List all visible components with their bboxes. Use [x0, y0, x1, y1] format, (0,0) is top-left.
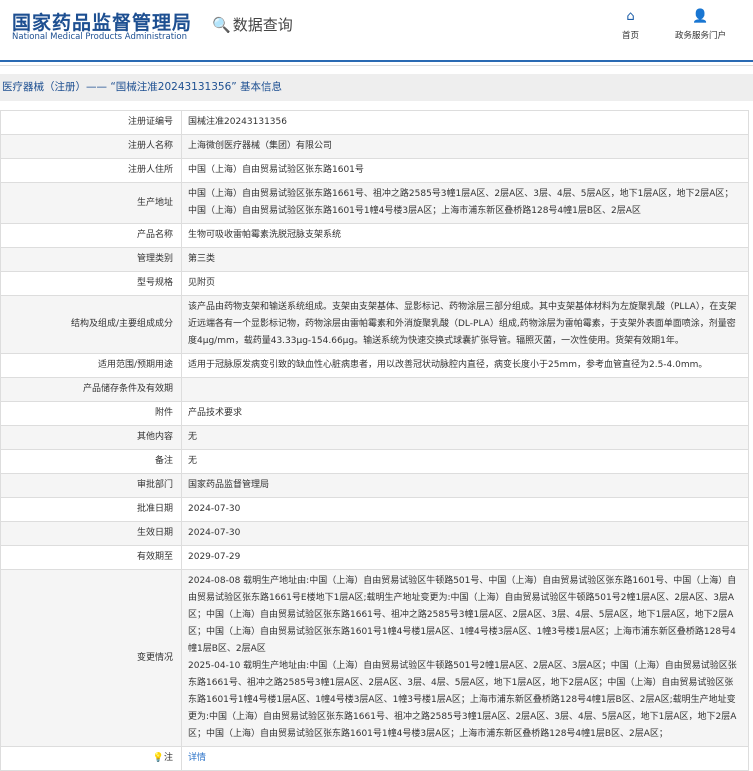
row-value: 上海微创医疗器械（集团）有限公司: [181, 134, 749, 159]
table-row: 有效期至 2029-07-29: [0, 545, 749, 570]
table-row: 注册人名称 上海微创医疗器械（集团）有限公司: [0, 134, 749, 159]
row-value: 国械注准20243131356: [181, 110, 749, 135]
row-value: 国家药品监督管理局: [181, 473, 749, 498]
row-value: 适用于冠脉原发病变引致的缺血性心脏病患者，用以改善冠状动脉腔内直径，病变长度小于…: [181, 353, 749, 378]
table-row: 变更情况 2024-08-08 载明生产地址由:中国（上海）自由贸易试验区牛顿路5…: [0, 569, 749, 747]
table-row: 产品储存条件及有效期: [0, 377, 749, 402]
row-value: 无: [181, 425, 749, 450]
logo-subtitle: National Medical Products Administration: [12, 32, 187, 42]
row-label: 生产地址: [0, 182, 182, 224]
row-value: 2024-08-08 载明生产地址由:中国（上海）自由贸易试验区牛顿路501号、…: [181, 569, 749, 747]
row-label: 产品储存条件及有效期: [0, 377, 182, 402]
table-row: 💡注 详情: [0, 746, 749, 771]
row-label: 变更情况: [0, 569, 182, 747]
row-value: 2024-07-30: [181, 497, 749, 522]
table-row: 生效日期 2024-07-30: [0, 521, 749, 546]
logo-title[interactable]: 国家药品监督管理局: [12, 8, 192, 35]
row-label: 注册证编号: [0, 110, 182, 135]
change-entry: 2025-04-10 载明生产地址由:中国（上海）自由贸易试验区牛顿路501号2…: [188, 661, 737, 739]
table-row: 其他内容无: [0, 425, 749, 450]
row-value: 生物可吸收雷帕霉素洗脱冠脉支架系统: [181, 223, 749, 248]
table-row: 适用范围/预期用途 适用于冠脉原发病变引致的缺血性心脏病患者，用以改善冠状动脉腔内…: [0, 353, 749, 378]
divider: [0, 62, 753, 66]
table-row: 产品名称 生物可吸收雷帕霉素洗脱冠脉支架系统: [0, 223, 749, 248]
breadcrumb: 医疗器械（注册）—— “国械注准20243131356” 基本信息: [0, 74, 753, 101]
row-label: 适用范围/预期用途: [0, 353, 182, 378]
row-label: 结构及组成/主要组成成分: [0, 295, 182, 354]
table-row: 生产地址 中国（上海）自由贸易试验区张东路1661号、祖冲之路2585号3幢1层A…: [0, 182, 749, 224]
row-label: 型号规格: [0, 271, 182, 296]
nav-home[interactable]: ⌂ 首页: [622, 10, 639, 41]
table-row: 注册人住所 中国（上海）自由贸易试验区张东路1601号: [0, 158, 749, 183]
row-label: 附件: [0, 401, 182, 426]
table-row: 管理类别 第三类: [0, 247, 749, 272]
search-document-icon: 🔍: [212, 15, 231, 34]
row-label: 有效期至: [0, 545, 182, 570]
home-icon: ⌂: [626, 9, 635, 24]
data-query-label: 数据查询: [232, 16, 293, 34]
row-label: 批准日期: [0, 497, 182, 522]
row-label: 审批部门: [0, 473, 182, 498]
row-value: 详情: [181, 746, 749, 771]
table-row: 注册证编号 国械注准20243131356: [0, 110, 749, 135]
nav-portal[interactable]: 👤 政务服务门户: [675, 10, 726, 41]
site-header: 国家药品监督管理局 National Medical Products Admi…: [0, 0, 753, 62]
row-value: 中国（上海）自由贸易试验区张东路1601号: [181, 158, 749, 183]
row-value: 无: [181, 449, 749, 474]
row-value: 第三类: [181, 247, 749, 272]
nav-portal-label: 政务服务门户: [675, 31, 727, 41]
note-label: 注: [163, 753, 173, 763]
row-value: 该产品由药物支架和输送系统组成。支架由支架基体、显影标记、药物涂层三部分组成。其…: [181, 295, 749, 354]
table-row: 备注无: [0, 449, 749, 474]
table-row: 附件 产品技术要求: [0, 401, 749, 426]
row-value: 见附页: [181, 271, 749, 296]
row-label: 注册人名称: [0, 134, 182, 159]
row-value: 2029-07-29: [181, 545, 749, 570]
change-entry: 2024-08-08 载明生产地址由:中国（上海）自由贸易试验区牛顿路501号、…: [188, 576, 737, 654]
detail-table: 注册证编号 国械注准20243131356 注册人名称 上海微创医疗器械（集团）有限公…: [0, 110, 749, 771]
table-row: 审批部门 国家药品监督管理局: [0, 473, 749, 498]
row-value: 2024-07-30: [181, 521, 749, 546]
row-label: 💡注: [0, 746, 182, 771]
row-label: 备注: [0, 449, 182, 474]
data-query-title: 🔍 数据查询: [212, 14, 293, 35]
details-link[interactable]: 详情: [188, 753, 206, 763]
nav-home-label: 首页: [622, 31, 640, 41]
row-value: [181, 377, 749, 402]
row-label: 生效日期: [0, 521, 182, 546]
table-row: 批准日期 2024-07-30: [0, 497, 749, 522]
row-label: 其他内容: [0, 425, 182, 450]
row-label: 注册人住所: [0, 158, 182, 183]
table-row: 结构及组成/主要组成成分 该产品由药物支架和输送系统组成。支架由支架基体、显影标记…: [0, 295, 749, 354]
row-label: 管理类别: [0, 247, 182, 272]
row-value: 产品技术要求: [181, 401, 749, 426]
row-label: 产品名称: [0, 223, 182, 248]
user-icon: 👤: [692, 9, 709, 24]
row-value: 中国（上海）自由贸易试验区张东路1661号、祖冲之路2585号3幢1层A区、2层…: [181, 182, 749, 224]
table-row: 型号规格 见附页: [0, 271, 749, 296]
bulb-icon: 💡: [152, 753, 164, 763]
